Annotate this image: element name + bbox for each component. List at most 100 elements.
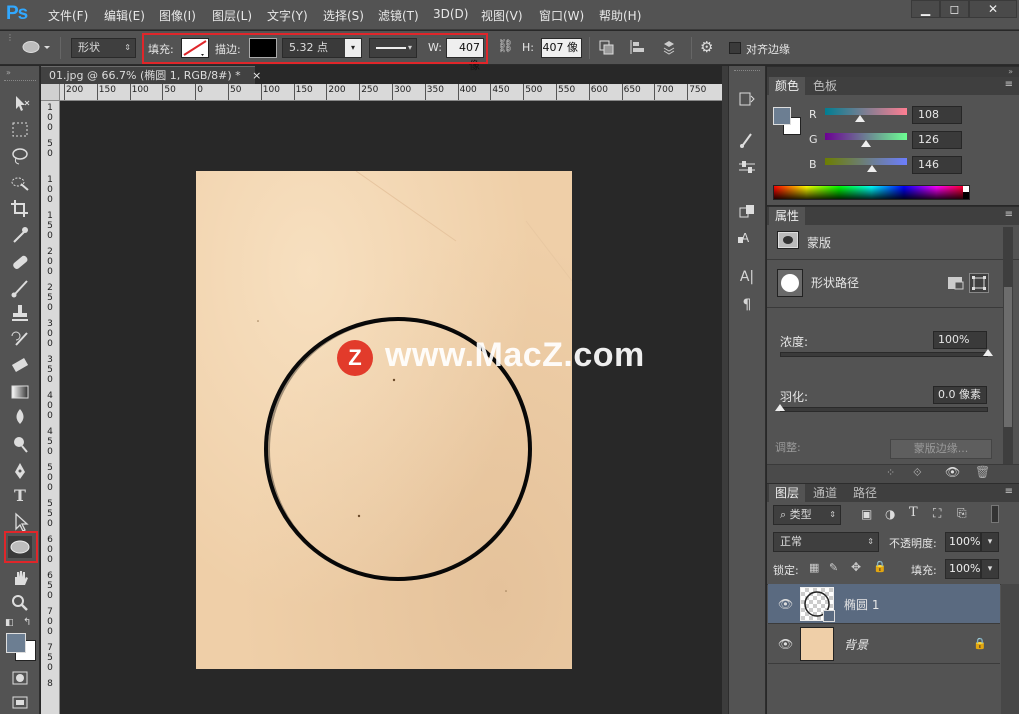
vertical-ruler[interactable]: 1 0 0 5 0 1 0 0 1 5 0 2 0 0 2 5 0 3 0 0 3 5 0 4 …: [41, 101, 60, 714]
eraser-tool-icon[interactable]: [8, 354, 32, 376]
marquee-tool-icon[interactable]: [8, 119, 32, 141]
lock-transparent-icon[interactable]: ▦: [809, 561, 819, 574]
chevron-down-icon[interactable]: ▾: [981, 532, 999, 552]
gear-icon[interactable]: ⚙: [700, 38, 713, 56]
quick-mask-icon[interactable]: [8, 667, 32, 689]
apply-mask-icon[interactable]: [947, 275, 965, 291]
type-tool-icon[interactable]: T: [8, 486, 32, 508]
blue-value-input[interactable]: 146: [912, 156, 962, 174]
menu-file[interactable]: 文件(F): [48, 7, 88, 24]
minimize-button[interactable]: ▁: [911, 0, 940, 18]
menu-filter[interactable]: 滤镜(T): [378, 7, 419, 24]
menu-help[interactable]: 帮助(H): [599, 7, 641, 24]
blue-slider[interactable]: [825, 158, 907, 165]
shape-path-thumbnail[interactable]: [777, 269, 803, 297]
collapse-arrows-icon[interactable]: »: [6, 68, 11, 77]
clone-stamp-tool-icon[interactable]: [8, 302, 32, 324]
ruler-origin[interactable]: [41, 84, 60, 101]
hand-tool-icon[interactable]: [8, 567, 32, 589]
tab-channels[interactable]: 通道: [807, 484, 843, 502]
layer-row[interactable]: 👁 椭圆 1: [768, 584, 1000, 624]
type-filter-icon[interactable]: T: [909, 505, 918, 520]
default-colors-icon[interactable]: ◧: [5, 618, 14, 628]
red-slider[interactable]: [825, 108, 907, 115]
align-edges-checkbox[interactable]: [729, 42, 741, 54]
menu-edit[interactable]: 编辑(E): [104, 7, 145, 24]
panel-menu-icon[interactable]: ≡: [1005, 79, 1013, 90]
tool-preset-picker[interactable]: [20, 37, 50, 57]
menu-layer[interactable]: 图层(L): [212, 7, 252, 24]
trash-icon[interactable]: 🗑: [975, 465, 990, 479]
select-mask-icon[interactable]: [969, 273, 989, 293]
blend-mode-select[interactable]: 正常 ⇕: [773, 532, 879, 552]
eyedropper-tool-icon[interactable]: [8, 224, 32, 246]
path-alignment-icon[interactable]: [628, 38, 648, 58]
mask-edge-button[interactable]: 蒙版边缘...: [890, 439, 992, 459]
close-tab-icon[interactable]: ×: [252, 69, 261, 82]
path-selection-tool-icon[interactable]: [8, 511, 32, 533]
density-slider-thumb[interactable]: [983, 349, 993, 356]
red-slider-thumb[interactable]: [855, 115, 865, 122]
fg-color-chip[interactable]: [773, 107, 791, 125]
close-window-button[interactable]: ✕: [969, 0, 1017, 18]
tab-properties[interactable]: 属性: [769, 207, 806, 225]
smart-object-filter-icon[interactable]: ⎘: [957, 506, 967, 521]
move-tool-icon[interactable]: [8, 92, 32, 114]
menu-3d[interactable]: 3D(D): [433, 7, 468, 21]
scrollbar-thumb[interactable]: [1004, 287, 1012, 427]
document-tab[interactable]: 01.jpg @ 66.7% (椭圆 1, RGB/8#) * ×: [41, 66, 261, 84]
history-brush-tool-icon[interactable]: [8, 328, 32, 350]
character-styles-icon[interactable]: A: [737, 228, 757, 246]
eye-icon[interactable]: 👁: [945, 465, 960, 479]
opacity-input[interactable]: 100%: [945, 532, 981, 552]
red-value-input[interactable]: 108: [912, 106, 962, 124]
adjustments-icon[interactable]: [737, 158, 757, 176]
green-value-input[interactable]: 126: [912, 131, 962, 149]
tab-paths[interactable]: 路径: [847, 484, 883, 502]
tab-layers[interactable]: 图层: [769, 484, 806, 502]
menu-view[interactable]: 视图(V): [481, 7, 523, 24]
menu-window[interactable]: 窗口(W): [539, 7, 584, 24]
zoom-tool-icon[interactable]: [8, 592, 32, 614]
healing-brush-tool-icon[interactable]: [8, 251, 32, 273]
paragraph-panel-icon[interactable]: ¶: [737, 296, 757, 314]
layer-row[interactable]: 👁 背景 🔒: [768, 624, 1000, 664]
gradient-tool-icon[interactable]: [8, 381, 32, 403]
height-input[interactable]: 407 像: [541, 38, 582, 58]
pen-tool-icon[interactable]: [8, 460, 32, 482]
load-selection-icon[interactable]: ⁘: [886, 466, 895, 479]
feather-slider[interactable]: [780, 407, 988, 412]
menu-type[interactable]: 文字(Y): [267, 7, 308, 24]
mode-select[interactable]: 形状 ⇕: [71, 38, 136, 58]
density-input[interactable]: 100%: [933, 331, 987, 349]
layer-name[interactable]: 椭圆 1: [844, 596, 879, 613]
horizontal-ruler[interactable]: 200 150 100 50 0 50 100 150 200 250 300 350 400 450 50…: [60, 84, 722, 101]
path-arrangement-icon[interactable]: [659, 38, 679, 58]
chevron-down-icon[interactable]: ▾: [981, 559, 999, 579]
path-operations-icon[interactable]: [598, 38, 618, 58]
screen-mode-icon[interactable]: [8, 692, 32, 714]
apply-mask-footer-icon[interactable]: ⟐: [913, 466, 922, 480]
clone-source-icon[interactable]: [737, 202, 757, 220]
collapse-icon[interactable]: »: [1008, 67, 1013, 76]
panel-menu-icon[interactable]: ≡: [1005, 209, 1013, 220]
layer-name[interactable]: 背景: [844, 636, 868, 653]
character-panel-icon[interactable]: A|: [737, 268, 757, 286]
restore-button[interactable]: ◻: [940, 0, 969, 18]
density-slider[interactable]: [780, 352, 988, 357]
lock-image-icon[interactable]: ✎: [829, 561, 838, 574]
adjustment-filter-icon[interactable]: ◑: [885, 507, 895, 521]
black-chip[interactable]: [963, 192, 969, 199]
lasso-tool-icon[interactable]: [8, 145, 32, 167]
ellipse-shape[interactable]: [196, 171, 572, 669]
green-slider[interactable]: [825, 133, 907, 140]
color-spectrum[interactable]: [773, 185, 970, 200]
fill-opacity-input[interactable]: 100%: [945, 559, 981, 579]
feather-slider-thumb[interactable]: [775, 404, 785, 411]
brush-tool-icon[interactable]: [8, 277, 32, 299]
brush-presets-icon[interactable]: [737, 131, 757, 149]
feather-input[interactable]: 0.0 像素: [933, 386, 987, 404]
foreground-color-swatch[interactable]: [6, 633, 26, 653]
menu-image[interactable]: 图像(I): [159, 7, 196, 24]
blur-tool-icon[interactable]: [8, 406, 32, 428]
